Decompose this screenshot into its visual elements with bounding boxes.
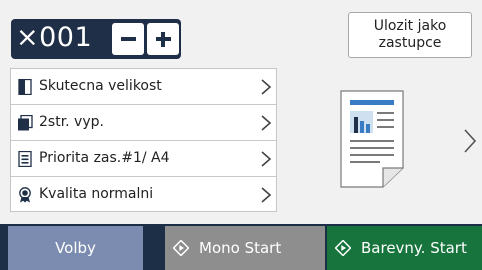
- setting-row-quality[interactable]: Kvalita normalni: [11, 177, 276, 213]
- next-page-arrow-icon[interactable]: [462, 128, 478, 154]
- copies-value: ×001: [16, 22, 93, 53]
- color-start-label: Barevny. Start: [361, 239, 467, 257]
- setting-label-size: Skutecna velikost: [39, 78, 162, 94]
- chevron-right-icon: [261, 187, 272, 203]
- decrease-copies-button[interactable]: [112, 23, 144, 55]
- setting-label-quality: Kvalita normalni: [39, 186, 154, 202]
- document-preview-icon: [340, 90, 404, 188]
- page-size-icon: [18, 79, 32, 95]
- tray-icon: [18, 151, 32, 167]
- duplex-icon: [18, 115, 33, 131]
- setting-row-size[interactable]: Skutecna velikost: [11, 69, 276, 105]
- options-button[interactable]: Volby: [8, 226, 143, 270]
- start-diamond-icon: [335, 240, 351, 256]
- chevron-right-icon: [261, 115, 272, 131]
- setting-label-duplex: 2str. vyp.: [39, 114, 104, 130]
- quality-icon: [19, 187, 31, 203]
- setting-row-tray[interactable]: Priorita zas.#1/ A4: [11, 141, 276, 177]
- minus-icon: [121, 37, 136, 41]
- save-shortcut-line2: zastupce: [378, 35, 442, 51]
- mono-start-button[interactable]: Mono Start: [165, 226, 325, 270]
- chevron-right-icon: [261, 79, 272, 95]
- color-start-button[interactable]: Barevny. Start: [327, 226, 482, 270]
- increase-copies-button[interactable]: [147, 23, 179, 55]
- setting-row-duplex[interactable]: 2str. vyp.: [11, 105, 276, 141]
- mono-start-label: Mono Start: [199, 239, 282, 257]
- copy-settings-list: Skutecna velikost 2str. vyp. Priorita za…: [10, 68, 277, 212]
- setting-label-tray: Priorita zas.#1/ A4: [39, 150, 170, 166]
- copies-counter: ×001: [11, 19, 181, 59]
- save-as-shortcut-button[interactable]: Ulozit jako zastupce: [348, 12, 472, 58]
- chevron-right-icon: [261, 151, 272, 167]
- options-label: Volby: [55, 239, 96, 257]
- save-shortcut-line1: Ulozit jako: [373, 18, 447, 34]
- start-diamond-icon: [173, 240, 189, 256]
